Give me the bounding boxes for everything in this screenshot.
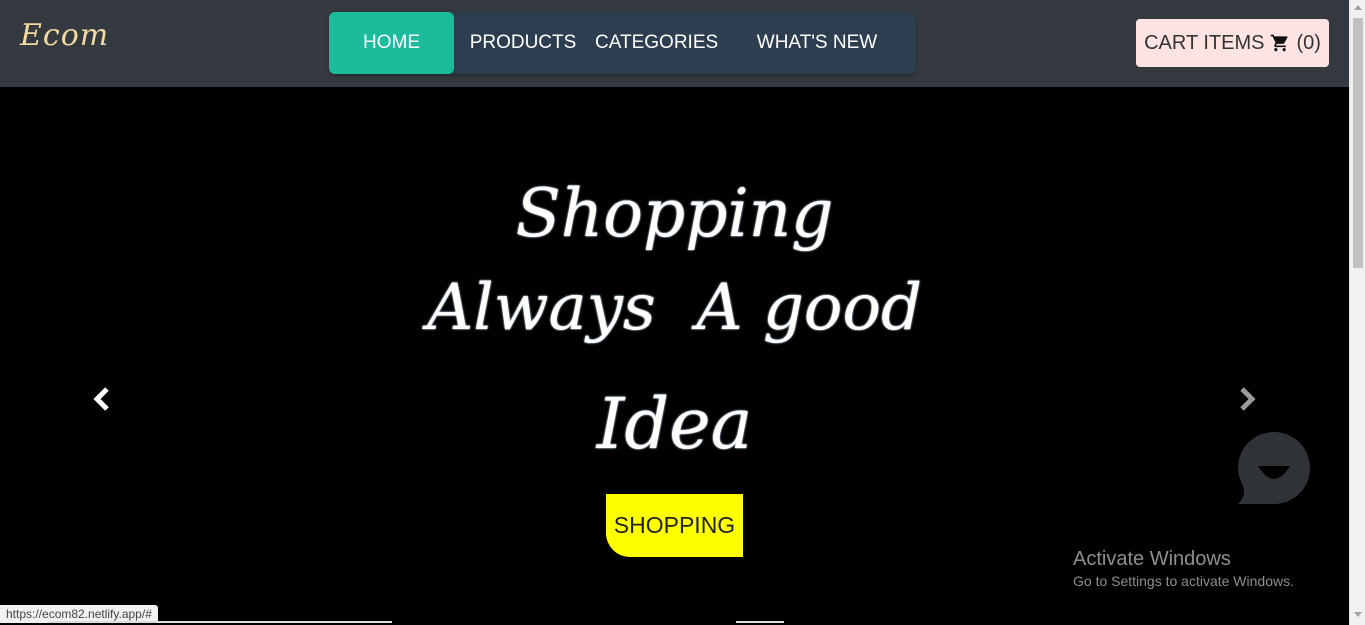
navbar: Ecom HOME PRODUCTS CATEGORIES WHAT'S NEW… xyxy=(0,0,1349,87)
cart-count: (0) xyxy=(1296,31,1321,54)
nav-products[interactable]: PRODUCTS xyxy=(469,12,577,74)
cart-button[interactable]: CART ITEMS (0) xyxy=(1136,19,1329,67)
shopping-button[interactable]: SHOPPING xyxy=(606,494,743,557)
scroll-down-arrow-icon[interactable] xyxy=(1354,612,1362,617)
hero-carousel: Shopping Always A good Idea SHOPPING xyxy=(0,87,1349,625)
cart-label: CART ITEMS xyxy=(1144,31,1265,54)
scrollbar-thumb[interactable] xyxy=(1353,18,1363,268)
activate-windows-subtitle: Go to Settings to activate Windows. xyxy=(1073,573,1294,589)
cart-icon xyxy=(1271,34,1288,52)
brand-logo[interactable]: Ecom xyxy=(20,18,109,53)
chevron-right-icon[interactable] xyxy=(1232,383,1262,415)
scroll-up-arrow-icon[interactable] xyxy=(1354,5,1362,10)
main-nav: HOME PRODUCTS CATEGORIES WHAT'S NEW xyxy=(329,12,916,74)
nav-categories[interactable]: CATEGORIES xyxy=(595,12,718,74)
indicator-line xyxy=(736,621,784,623)
nav-whats-new[interactable]: WHAT'S NEW xyxy=(753,12,881,74)
indicator-line xyxy=(48,621,392,623)
vertical-scrollbar[interactable] xyxy=(1349,0,1365,625)
hero-line-3: Idea xyxy=(596,383,753,465)
chat-bubble-icon[interactable] xyxy=(1236,430,1312,506)
page: Ecom HOME PRODUCTS CATEGORIES WHAT'S NEW… xyxy=(0,0,1365,625)
hero-line-1: Shopping xyxy=(515,175,834,252)
chevron-left-icon[interactable] xyxy=(87,383,117,415)
hero-line-2: Always A good xyxy=(427,271,922,345)
activate-windows-title: Activate Windows xyxy=(1073,548,1231,570)
nav-home[interactable]: HOME xyxy=(329,12,454,74)
